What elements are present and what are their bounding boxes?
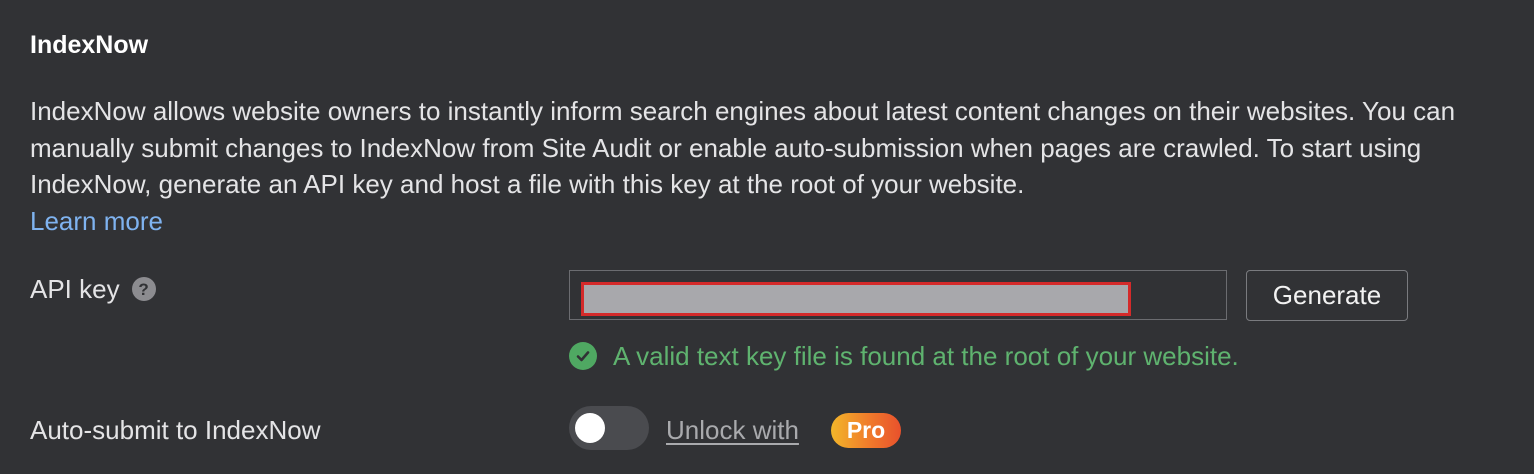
unlock-link[interactable]: Unlock with xyxy=(666,412,799,448)
api-key-label: API key xyxy=(30,274,120,304)
toggle-knob xyxy=(575,413,605,443)
description-text: IndexNow allows website owners to instan… xyxy=(30,96,1456,199)
api-key-label-row: API key ? xyxy=(30,271,156,307)
api-key-input[interactable] xyxy=(569,270,1227,320)
question-circle-icon[interactable]: ? xyxy=(131,277,156,301)
section-title: IndexNow xyxy=(30,31,149,59)
auto-submit-label: Auto-submit to IndexNow xyxy=(30,415,321,445)
section-description: IndexNow allows website owners to instan… xyxy=(30,93,1510,239)
key-status-text: A valid text key file is found at the ro… xyxy=(613,341,1239,371)
key-status-message: A valid text key file is found at the ro… xyxy=(569,338,1239,374)
learn-more-link[interactable]: Learn more xyxy=(30,206,163,236)
api-key-value-redacted xyxy=(581,282,1131,316)
check-circle-icon xyxy=(569,342,597,370)
auto-submit-toggle[interactable] xyxy=(569,406,649,450)
generate-button[interactable]: Generate xyxy=(1246,270,1408,321)
pro-badge[interactable]: Pro xyxy=(831,413,901,448)
